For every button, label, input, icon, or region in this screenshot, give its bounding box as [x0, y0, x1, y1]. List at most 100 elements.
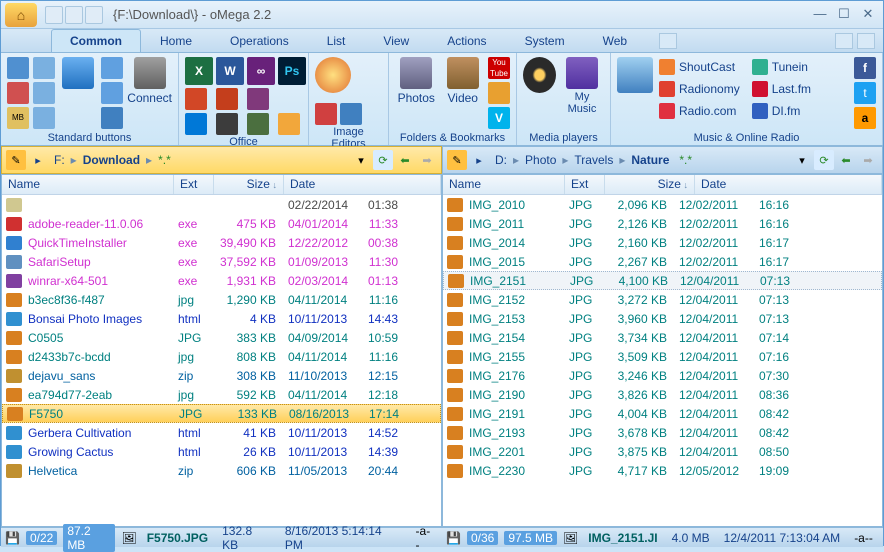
- tab-actions[interactable]: Actions: [428, 29, 505, 52]
- file-row[interactable]: d2433b7c-bcddjpg808 KB04/11/201411:16: [2, 347, 441, 366]
- file-row[interactable]: Gerbera Cultivationhtml41 KB10/11/201314…: [2, 423, 441, 442]
- file-list[interactable]: 02/22/201401:38adobe-reader-11.0.06exe47…: [2, 195, 441, 526]
- col-date[interactable]: Date: [695, 175, 882, 194]
- file-row[interactable]: IMG_2201JPG3,875 KB12/04/201108:50: [443, 442, 882, 461]
- dreamweaver-icon[interactable]: [247, 113, 269, 135]
- path-segment[interactable]: Download: [79, 153, 144, 167]
- file-row[interactable]: ea794d77-2eabjpg592 KB04/11/201412:18: [2, 385, 441, 404]
- pin-icon[interactable]: [62, 57, 94, 89]
- back-icon[interactable]: ⬅: [395, 150, 415, 170]
- refresh-icon[interactable]: ⟳: [373, 150, 393, 170]
- close-button[interactable]: ✕: [857, 6, 879, 24]
- youtube-icon[interactable]: YouTube: [488, 57, 510, 79]
- col-size[interactable]: Size: [605, 175, 695, 194]
- file-row[interactable]: IMG_2230JPG4,717 KB12/05/201219:09: [443, 461, 882, 480]
- difm-link[interactable]: DI.fm: [750, 101, 835, 121]
- col-date[interactable]: Date: [284, 175, 441, 194]
- refresh-icon[interactable]: ⟳: [814, 150, 834, 170]
- file-row[interactable]: IMG_2190JPG3,826 KB12/04/201108:36: [443, 385, 882, 404]
- ribbon-button[interactable]: [216, 113, 238, 135]
- ribbon-button[interactable]: [33, 107, 55, 129]
- file-list[interactable]: IMG_2010JPG2,096 KB12/02/201116:16IMG_20…: [443, 195, 882, 526]
- file-row[interactable]: Growing Cactushtml26 KB10/11/201314:39: [2, 442, 441, 461]
- file-row[interactable]: Bonsai Photo Imageshtml4 KB10/11/201314:…: [2, 309, 441, 328]
- tunein-link[interactable]: Tunein: [750, 57, 835, 77]
- aimp-icon[interactable]: [523, 57, 556, 93]
- path-history-icon[interactable]: ▾: [792, 150, 812, 170]
- file-row[interactable]: IMG_2153JPG3,960 KB12/04/201107:13: [443, 309, 882, 328]
- ribbon-button[interactable]: [101, 57, 123, 79]
- path-dropdown-icon[interactable]: ▸: [469, 150, 489, 170]
- ribbon-button[interactable]: [216, 88, 238, 110]
- file-row[interactable]: adobe-reader-11.0.06exe475 KB04/01/20141…: [2, 214, 441, 233]
- radio-icon[interactable]: [617, 57, 653, 93]
- col-ext[interactable]: Ext: [565, 175, 605, 194]
- excel-icon[interactable]: X: [185, 57, 213, 85]
- ribbon-button[interactable]: [185, 113, 207, 135]
- facebook-icon[interactable]: f: [854, 57, 876, 79]
- file-row[interactable]: IMG_2176JPG3,246 KB12/04/201107:30: [443, 366, 882, 385]
- path-filter[interactable]: *.*: [154, 153, 175, 167]
- ribbon-button[interactable]: [33, 82, 55, 104]
- shoutcast-link[interactable]: ShoutCast: [657, 57, 742, 77]
- back-icon[interactable]: ⬅: [836, 150, 856, 170]
- path-filter[interactable]: *.*: [675, 153, 696, 167]
- file-row[interactable]: IMG_2010JPG2,096 KB12/02/201116:16: [443, 195, 882, 214]
- tab-home[interactable]: Home: [141, 29, 211, 52]
- edit-path-icon[interactable]: ✎: [6, 150, 26, 170]
- photos-button[interactable]: Photos: [395, 57, 438, 105]
- path-dropdown-icon[interactable]: ▸: [28, 150, 48, 170]
- file-row[interactable]: C0505JPG383 KB04/09/201410:59: [2, 328, 441, 347]
- tab-list[interactable]: List: [308, 29, 365, 52]
- lastfm-link[interactable]: Last.fm: [750, 79, 835, 99]
- path-segment[interactable]: Nature: [627, 153, 673, 167]
- file-row[interactable]: IMG_2154JPG3,734 KB12/04/201107:14: [443, 328, 882, 347]
- file-row[interactable]: b3ec8f36-f487jpg1,290 KB04/11/201411:16: [2, 290, 441, 309]
- word-icon[interactable]: W: [216, 57, 244, 85]
- tab-common[interactable]: Common: [51, 29, 141, 52]
- onenote-icon[interactable]: [247, 88, 269, 110]
- qat-button[interactable]: [45, 6, 63, 24]
- col-name[interactable]: Name: [2, 175, 174, 194]
- file-row[interactable]: Helveticazip606 KB11/05/201320:44: [2, 461, 441, 480]
- maximize-button[interactable]: ☐: [833, 6, 855, 24]
- forward-icon[interactable]: ➡: [417, 150, 437, 170]
- file-row[interactable]: 02/22/201401:38: [2, 195, 441, 214]
- palette-icon[interactable]: [315, 57, 351, 93]
- minimize-button[interactable]: —: [809, 6, 831, 24]
- qat-button[interactable]: [65, 6, 83, 24]
- col-ext[interactable]: Ext: [174, 175, 214, 194]
- vimeo-icon[interactable]: V: [488, 107, 510, 129]
- file-row[interactable]: IMG_2011JPG2,126 KB12/02/201116:16: [443, 214, 882, 233]
- ribbon-button[interactable]: [488, 82, 510, 104]
- ribbon-button[interactable]: [185, 88, 207, 110]
- connect-button[interactable]: Connect: [127, 57, 172, 105]
- amazon-icon[interactable]: a: [854, 107, 876, 129]
- photoshop-icon[interactable]: Ps: [278, 57, 306, 85]
- new-tab-icon[interactable]: [659, 33, 677, 49]
- save-icon[interactable]: [101, 107, 123, 129]
- file-row[interactable]: IMG_2015JPG2,267 KB12/02/201116:17: [443, 252, 882, 271]
- edit-path-icon[interactable]: ✎: [447, 150, 467, 170]
- file-row[interactable]: winrar-x64-501exe1,931 KB02/03/201401:13: [2, 271, 441, 290]
- col-size[interactable]: Size: [214, 175, 284, 194]
- ribbon-button[interactable]: [7, 82, 29, 104]
- qat-dropdown[interactable]: [85, 6, 103, 24]
- path-drive[interactable]: D:: [491, 153, 511, 167]
- file-row[interactable]: IMG_2152JPG3,272 KB12/04/201107:13: [443, 290, 882, 309]
- file-row[interactable]: IMG_2151JPG4,100 KB12/04/201107:13: [443, 271, 882, 290]
- file-row[interactable]: IMG_2191JPG4,004 KB12/04/201108:42: [443, 404, 882, 423]
- file-row[interactable]: dejavu_sanszip308 KB11/10/201312:15: [2, 366, 441, 385]
- twitter-icon[interactable]: t: [854, 82, 876, 104]
- col-name[interactable]: Name: [443, 175, 565, 194]
- tab-system[interactable]: System: [506, 29, 584, 52]
- help-icon[interactable]: [857, 33, 875, 49]
- radiocom-link[interactable]: Radio.com: [657, 101, 742, 121]
- file-row[interactable]: IMG_2014JPG2,160 KB12/02/201116:17: [443, 233, 882, 252]
- visualstudio-icon[interactable]: ∞: [247, 57, 275, 85]
- path-segment[interactable]: Travels: [570, 153, 617, 167]
- tab-operations[interactable]: Operations: [211, 29, 308, 52]
- file-row[interactable]: QuickTimeInstallerexe39,490 KB12/22/2012…: [2, 233, 441, 252]
- file-row[interactable]: F5750JPG133 KB08/16/201317:14: [2, 404, 441, 423]
- file-row[interactable]: IMG_2155JPG3,509 KB12/04/201107:16: [443, 347, 882, 366]
